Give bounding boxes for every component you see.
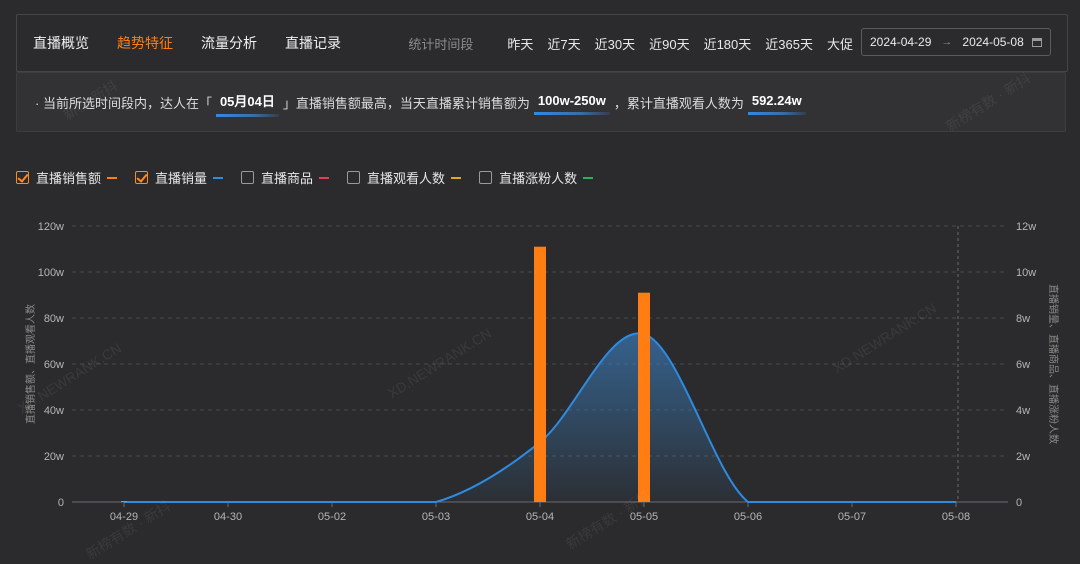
- x-tick-label: 05-05: [630, 511, 658, 523]
- y-left-tick-label: 120w: [38, 221, 64, 233]
- tab-traffic-analysis[interactable]: 流量分析: [201, 33, 257, 53]
- chart-legend: 直播销售额 直播销量 直播商品 直播观看人数 直播涨粉人数: [16, 168, 611, 187]
- legend-line-swatch: [583, 176, 594, 179]
- summary-mid2: ，累计直播观看人数为: [613, 95, 744, 111]
- legend-line-swatch: [319, 176, 330, 179]
- summary-sales-range: 100w-250w: [533, 93, 610, 115]
- y-right-axis-title: 直播销量、直播商品、直播涨粉人数: [1047, 284, 1060, 444]
- y-left-tick-label: 60w: [44, 359, 64, 371]
- x-tick-label: 05-06: [734, 511, 762, 523]
- legend-live-products[interactable]: 直播商品: [241, 168, 330, 187]
- checkbox-icon[interactable]: [241, 171, 255, 184]
- period-label: 统计时间段: [408, 36, 474, 52]
- period-365d[interactable]: 近365天: [765, 34, 813, 53]
- tab-trend-features[interactable]: 趋势特征: [117, 33, 173, 53]
- x-tick-label: 05-07: [838, 511, 866, 523]
- legend-label: 直播销量: [155, 171, 208, 186]
- tab-group: 直播概览 趋势特征 流量分析 直播记录: [33, 15, 369, 71]
- period-180d[interactable]: 近180天: [704, 34, 752, 53]
- date-end[interactable]: 2024-05-08: [962, 35, 1023, 49]
- y-right-tick-label: 8w: [1016, 313, 1030, 325]
- y-left-axis-title: 直播销售额、直播观看人数: [24, 304, 37, 424]
- checkbox-icon[interactable]: [479, 171, 493, 184]
- y-left-tick-label: 0: [58, 497, 64, 509]
- legend-live-volume[interactable]: 直播销量: [135, 168, 224, 187]
- period-7d[interactable]: 近7天: [547, 34, 580, 53]
- date-arrow: →: [941, 36, 953, 48]
- bar-live-sales: [638, 292, 650, 502]
- y-right-tick-label: 0: [1016, 497, 1022, 509]
- checkbox-icon[interactable]: [135, 171, 149, 184]
- x-tick-label: 05-08: [942, 511, 970, 523]
- y-left-tick-label: 20w: [44, 451, 64, 463]
- summary-mid: 」直播销售额最高，当天直播累计销售额为: [282, 95, 530, 111]
- legend-label: 直播观看人数: [367, 171, 446, 186]
- x-tick-label: 05-04: [526, 511, 554, 523]
- tab-live-overview[interactable]: 直播概览: [33, 33, 89, 53]
- checkbox-icon[interactable]: [347, 171, 361, 184]
- top-nav-bar: 直播概览 趋势特征 流量分析 直播记录 统计时间段 昨天 近7天 近30天 近9…: [16, 14, 1068, 72]
- date-start[interactable]: 2024-04-29: [870, 35, 931, 49]
- legend-live-sales[interactable]: 直播销售额: [16, 168, 118, 187]
- legend-label: 直播涨粉人数: [499, 171, 578, 186]
- y-right-tick-label: 10w: [1016, 267, 1036, 279]
- period-30d[interactable]: 近30天: [595, 34, 635, 53]
- period-yesterday[interactable]: 昨天: [507, 34, 533, 53]
- period-90d[interactable]: 近90天: [649, 34, 689, 53]
- x-tick-label: 05-03: [422, 511, 450, 523]
- period-promo[interactable]: 大促: [827, 34, 853, 53]
- summary-top-date: 05月04日: [215, 91, 279, 117]
- legend-label: 直播销售额: [36, 171, 102, 186]
- y-left-tick-label: 80w: [44, 313, 64, 325]
- x-tick-label: 04-30: [214, 511, 242, 523]
- checkbox-icon[interactable]: [16, 171, 29, 184]
- y-right-tick-label: 6w: [1016, 359, 1030, 371]
- bar-live-sales: [534, 246, 546, 502]
- bar-live-sales: [121, 501, 127, 502]
- y-left-tick-label: 40w: [44, 405, 64, 417]
- calendar-icon[interactable]: [1032, 37, 1042, 47]
- trend-chart[interactable]: 0 20w 40w 60w 80w 100w 120w 0 2w 4w 6w 8w 10w 12w 04-2…: [0, 208, 1080, 552]
- y-left-tick-label: 100w: [38, 267, 64, 279]
- x-tick-label: 04-29: [110, 511, 138, 523]
- y-right-tick-label: 4w: [1016, 405, 1030, 417]
- legend-live-followers[interactable]: 直播涨粉人数: [479, 168, 594, 187]
- summary-prefix: · 当前所选时间段内，达人在「: [35, 95, 212, 111]
- legend-line-swatch: [107, 176, 118, 179]
- legend-line-swatch: [213, 176, 224, 179]
- x-tick-label: 05-02: [318, 511, 346, 523]
- date-range-picker[interactable]: 2024-04-29 → 2024-05-08: [861, 28, 1051, 56]
- period-selector: 统计时间段 昨天 近7天 近30天 近90天 近180天 近365天 大促: [408, 15, 853, 71]
- summary-banner: · 当前所选时间段内，达人在「 05月04日 」直播销售额最高，当天直播累计销售…: [16, 72, 1066, 132]
- legend-label: 直播商品: [261, 171, 314, 186]
- summary-viewers: 592.24w: [747, 93, 806, 115]
- y-right-tick-label: 12w: [1016, 221, 1036, 233]
- tab-live-records[interactable]: 直播记录: [285, 33, 341, 53]
- legend-line-swatch: [451, 176, 462, 179]
- y-right-tick-label: 2w: [1016, 451, 1030, 463]
- legend-live-viewers[interactable]: 直播观看人数: [347, 168, 462, 187]
